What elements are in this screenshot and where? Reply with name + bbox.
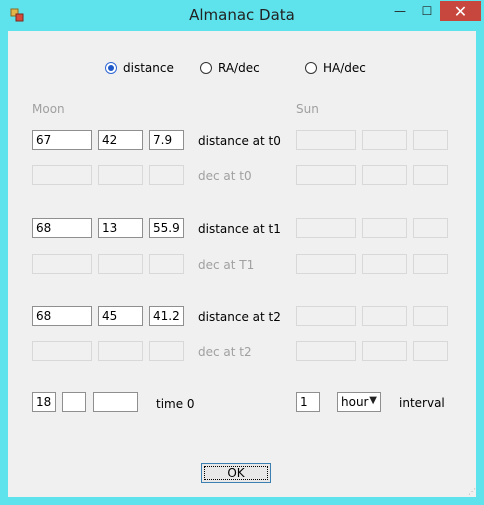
interval-unit-select[interactable]: hour ▼ [337,392,381,412]
sun-dec-t0-sec-input [413,165,448,185]
sun-t1-deg-input [296,218,356,238]
sun-dec-t2-min-input [362,341,407,361]
moon-dec-t0-deg-input [32,165,92,185]
moon-dec-t1-deg-input [32,254,92,274]
window: Almanac Data — ☐ ✕ distance RA/dec HA/de… [0,0,484,505]
interval-value-input[interactable]: 1 [296,392,320,412]
minimize-button[interactable]: — [386,1,414,21]
sun-dec-t2-deg-input [296,341,356,361]
dec-t2-label: dec at t2 [198,345,252,359]
radio-checked-icon [105,62,117,74]
sun-header: Sun [296,102,319,116]
moon-dec-t0-min-input [98,165,143,185]
time0-sec-input[interactable] [93,392,138,412]
moon-t0-deg-input[interactable]: 67 [32,130,92,150]
close-button[interactable]: ✕ [440,1,481,21]
radio-unchecked-icon [305,62,317,74]
ok-button[interactable]: OK [201,463,271,483]
sun-dec-t2-sec-input [413,341,448,361]
distance-t2-label: distance at t2 [198,310,281,324]
moon-t2-deg-input[interactable]: 68 [32,306,92,326]
moon-t2-min-input[interactable]: 45 [98,306,143,326]
sun-t2-deg-input [296,306,356,326]
sun-dec-t0-min-input [362,165,407,185]
interval-label: interval [399,396,445,410]
moon-dec-t1-min-input [98,254,143,274]
sun-t0-deg-input [296,130,356,150]
radio-ra-dec-label: RA/dec [218,61,260,75]
moon-dec-t0-sec-input [149,165,184,185]
moon-t1-sec-input[interactable]: 55.9 [149,218,184,238]
sun-dec-t0-deg-input [296,165,356,185]
sun-dec-t1-min-input [362,254,407,274]
time0-min-input[interactable] [62,392,86,412]
time0-label: time 0 [156,397,195,411]
sun-t1-sec-input [413,218,448,238]
sun-t1-min-input [362,218,407,238]
resize-grip-icon[interactable]: ⋰ [468,487,476,496]
form-client-area: distance RA/dec HA/dec Moon Sun 67 42 7.… [8,31,476,497]
sun-t2-min-input [362,306,407,326]
moon-t1-deg-input[interactable]: 68 [32,218,92,238]
moon-t0-min-input[interactable]: 42 [98,130,143,150]
dec-t0-label: dec at t0 [198,169,252,183]
moon-dec-t2-deg-input [32,341,92,361]
moon-dec-t1-sec-input [149,254,184,274]
maximize-button[interactable]: ☐ [414,1,440,21]
sun-t0-min-input [362,130,407,150]
chevron-down-icon: ▼ [369,395,377,406]
title-bar[interactable]: Almanac Data — ☐ ✕ [0,0,484,31]
sun-t2-sec-input [413,306,448,326]
distance-t0-label: distance at t0 [198,134,281,148]
moon-t2-sec-input[interactable]: 41.2 [149,306,184,326]
moon-dec-t2-min-input [98,341,143,361]
moon-header: Moon [32,102,65,116]
sun-t0-sec-input [413,130,448,150]
time0-hour-input[interactable]: 18 [32,392,56,412]
radio-distance[interactable]: distance [105,61,174,75]
radio-distance-label: distance [123,61,174,75]
radio-ha-dec[interactable]: HA/dec [305,61,366,75]
distance-t1-label: distance at t1 [198,222,281,236]
moon-dec-t2-sec-input [149,341,184,361]
sun-dec-t1-deg-input [296,254,356,274]
moon-t1-min-input[interactable]: 13 [98,218,143,238]
sun-dec-t1-sec-input [413,254,448,274]
radio-ha-dec-label: HA/dec [323,61,366,75]
moon-t0-sec-input[interactable]: 7.9 [149,130,184,150]
radio-ra-dec[interactable]: RA/dec [200,61,260,75]
radio-unchecked-icon [200,62,212,74]
dec-t1-label: dec at T1 [198,258,255,272]
interval-unit-value: hour [341,395,369,409]
